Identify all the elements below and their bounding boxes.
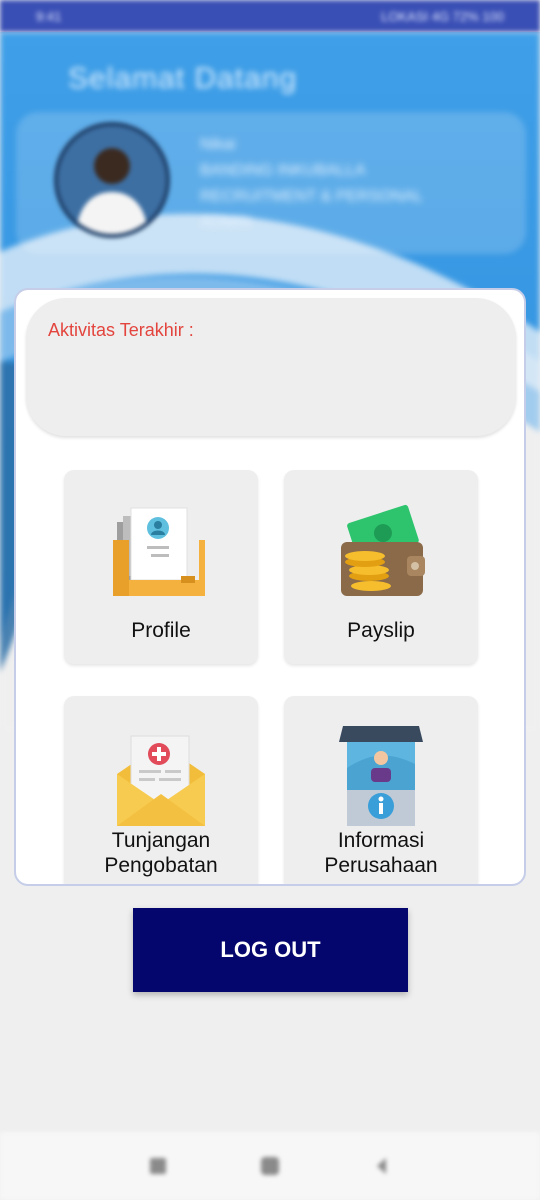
- logout-button[interactable]: LOG OUT: [133, 908, 408, 992]
- company-info-icon: [339, 726, 423, 826]
- menu-tile-medical-allowance[interactable]: Tunjangan Pengobatan: [64, 696, 258, 884]
- avatar[interactable]: [54, 122, 170, 238]
- user-department: RECRUITMENT & PERSONAL: [200, 188, 423, 205]
- recent-apps-icon[interactable]: [147, 1155, 169, 1177]
- user-company: BANDING INKUBALLA: [200, 162, 366, 179]
- user-photo-icon: [58, 126, 166, 234]
- medical-envelope-icon: [117, 735, 205, 826]
- menu-label-company-info: Informasi Perusahaan: [284, 828, 478, 878]
- wallet-icon: [341, 504, 425, 596]
- recent-activity-label: Aktivitas Terakhir :: [48, 320, 194, 340]
- menu-label-profile: Profile: [131, 619, 191, 642]
- menu-tile-profile[interactable]: Profile: [64, 470, 258, 664]
- menu-label-company-line1: Informasi: [337, 829, 425, 852]
- user-info: Nikai BANDING INKUBALLA RECRUITMENT & PE…: [200, 132, 423, 236]
- status-time: 9:41: [36, 8, 62, 24]
- menu-label-medical-line1: Tunjangan: [111, 829, 211, 852]
- menu-label-company-line2: Perusahaan: [324, 854, 438, 877]
- recent-activity-card[interactable]: Aktivitas Terakhir :: [26, 298, 516, 436]
- menu-panel: Aktivitas Terakhir : Profile Payslip Tun…: [14, 288, 526, 886]
- menu-label-payslip: Payslip: [347, 619, 415, 642]
- profile-folder-icon: [113, 507, 205, 596]
- welcome-title: Selamat Datang: [68, 62, 298, 95]
- menu-label-medical-line2: Pengobatan: [104, 854, 218, 877]
- user-name: Nikai: [200, 136, 236, 153]
- menu-tile-company-info[interactable]: Informasi Perusahaan: [284, 696, 478, 884]
- status-bar: 9:41 LOKASI 4G 72% 100: [0, 0, 540, 32]
- home-icon[interactable]: [259, 1155, 281, 1177]
- user-role: ADMIN: [200, 214, 252, 231]
- back-icon[interactable]: [371, 1155, 393, 1177]
- system-nav-bar: [0, 1132, 540, 1200]
- status-indicators: LOKASI 4G 72% 100: [381, 8, 504, 24]
- menu-tile-payslip[interactable]: Payslip: [284, 470, 478, 664]
- menu-label-medical-allowance: Tunjangan Pengobatan: [64, 828, 258, 878]
